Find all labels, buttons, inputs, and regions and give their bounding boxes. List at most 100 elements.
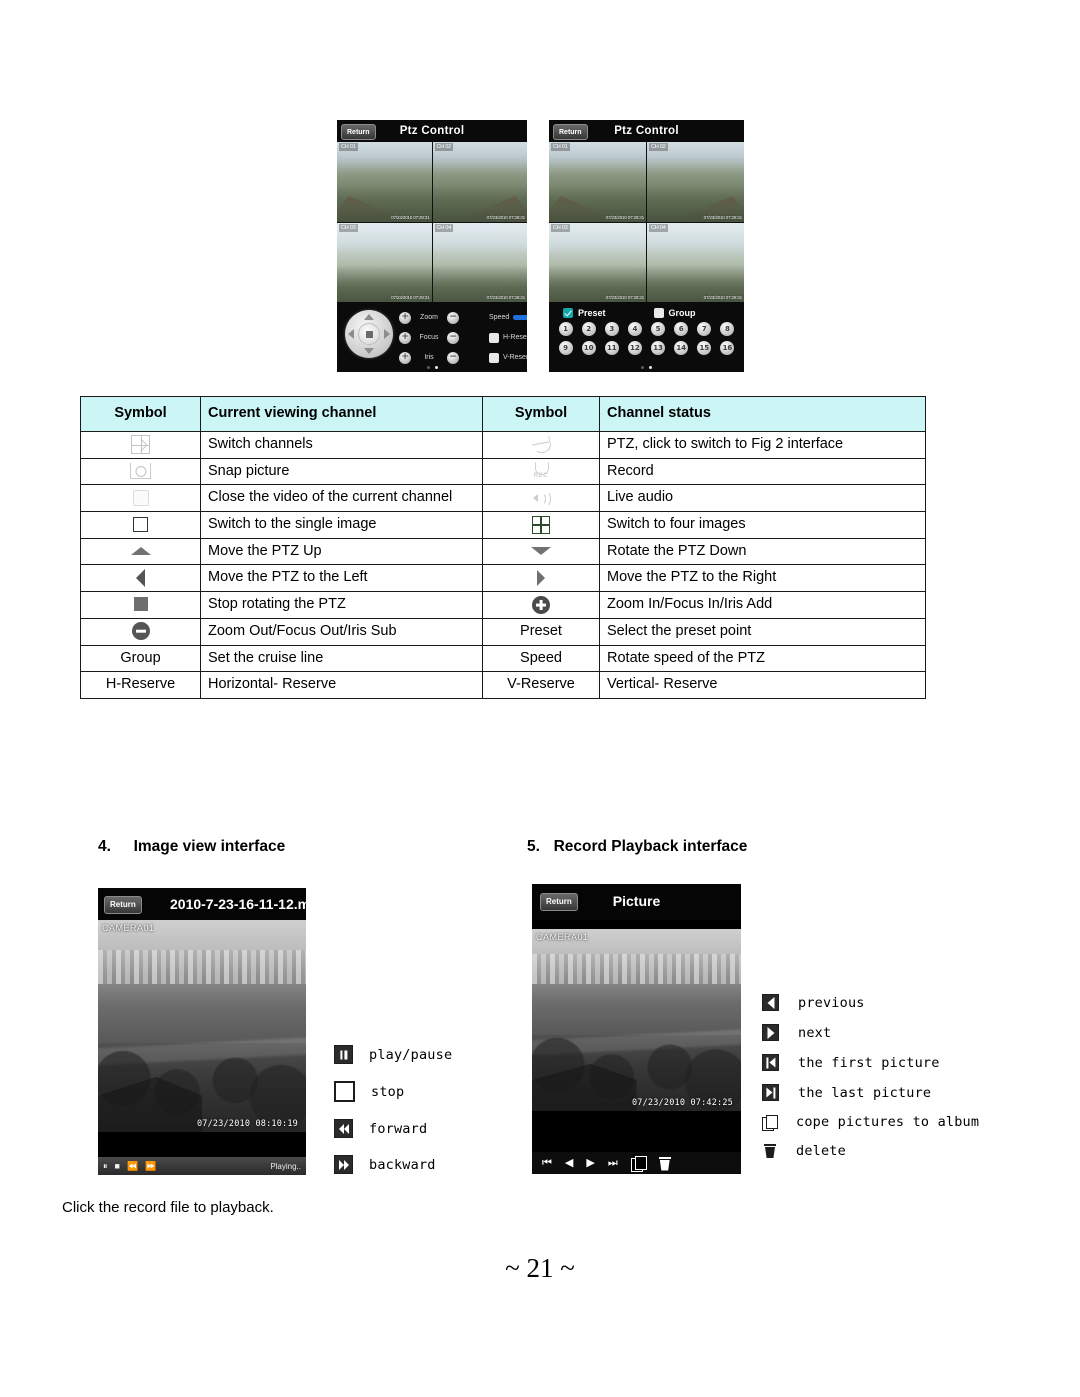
legend-label: stop xyxy=(371,1083,405,1100)
playback-status: Playing.. xyxy=(270,1161,301,1171)
camera-quad-grid: CH 01 07/23/2010 07:28:31 CH 02 07/23/20… xyxy=(549,142,744,302)
ptz-control-phone-2: Return Ptz Control CH 01 07/23/2010 07:2… xyxy=(549,120,744,372)
section-4-title: Image view interface xyxy=(133,838,286,855)
camera-timestamp: 07/23/2010 07:28:31 xyxy=(605,214,645,220)
zoom-in-button[interactable]: + xyxy=(399,311,411,324)
dpad-right-icon[interactable] xyxy=(384,329,390,339)
speed-slider[interactable] xyxy=(513,315,527,320)
copy-to-album-button[interactable] xyxy=(630,1156,647,1172)
camera-timestamp: 07/23/2010 07:28:31 xyxy=(391,214,430,220)
legend-item: the last picture xyxy=(762,1084,979,1101)
dpad-down-icon[interactable] xyxy=(364,348,374,354)
group-option[interactable]: Group xyxy=(653,308,696,318)
preset-button[interactable]: 10 xyxy=(581,341,596,355)
return-button[interactable]: Return xyxy=(553,124,588,140)
switch-channels-icon xyxy=(80,431,201,459)
picture-control-bar: ⏮ ◀ ▶ ⏭ xyxy=(532,1152,741,1174)
phone-titlebar: Return Ptz Control xyxy=(337,120,527,142)
camera-tile[interactable]: CH 02 07/23/2010 07:28:31 xyxy=(647,142,744,222)
column-header-symbol-left: Symbol xyxy=(80,396,201,432)
preset-button[interactable]: 14 xyxy=(674,341,689,355)
preset-button[interactable]: 2 xyxy=(581,322,596,336)
camera-tile[interactable]: CH 03 07/23/2010 07:28:31 xyxy=(337,222,432,302)
camera-tile[interactable]: CH 03 07/23/2010 07:28:31 xyxy=(549,222,646,302)
camera-label: CH 04 xyxy=(434,223,454,232)
speed-control-row: Speed xyxy=(489,311,527,324)
next-button[interactable]: ▶ xyxy=(586,1157,594,1169)
dpad-left-icon[interactable] xyxy=(348,329,354,339)
dpad-up-icon[interactable] xyxy=(364,314,374,320)
camera-tile[interactable]: CH 01 07/23/2010 07:28:31 xyxy=(337,142,432,222)
focus-in-button[interactable]: + xyxy=(399,331,411,344)
four-images-icon xyxy=(482,511,600,539)
return-button[interactable]: Return xyxy=(104,896,142,914)
preset-button[interactable]: 15 xyxy=(697,341,712,355)
playback-control-bar: ⏸ ■ ⏪ ⏩ Playing.. xyxy=(98,1157,306,1175)
v-reserve-checkbox[interactable] xyxy=(489,352,499,363)
preset-button[interactable]: 5 xyxy=(651,322,666,336)
play-pause-button[interactable]: ⏸ xyxy=(103,1161,108,1171)
row-text: Vertical- Reserve xyxy=(599,671,926,699)
table-row: H-Reserve Horizontal- Reserve V-Reserve … xyxy=(80,671,926,699)
video-frame[interactable]: CAMERA01 07/23/2010 08:10:19 xyxy=(98,920,306,1132)
iris-add-button[interactable]: + xyxy=(399,351,411,364)
preset-button[interactable]: 11 xyxy=(604,341,619,355)
group-checkbox[interactable] xyxy=(653,308,664,318)
preset-button[interactable]: 16 xyxy=(720,341,735,355)
preset-button[interactable]: 4 xyxy=(627,322,642,336)
table-row: Move the PTZ to the Left Move the PTZ to… xyxy=(80,564,926,593)
preset-checkbox[interactable] xyxy=(563,308,573,318)
camera-quad-grid: CH 01 07/23/2010 07:28:31 CH 02 07/23/20… xyxy=(337,142,527,302)
camera-tile[interactable]: CH 02 07/23/2010 07:28:31 xyxy=(432,142,527,222)
stop-button[interactable]: ■ xyxy=(115,1161,120,1171)
picture-title: Picture xyxy=(612,893,661,909)
row-text: Set the cruise line xyxy=(200,644,483,673)
speed-label: Speed xyxy=(489,314,510,321)
preset-button[interactable]: 6 xyxy=(674,322,689,336)
preset-button[interactable]: 8 xyxy=(720,322,735,336)
v-reserve-word-symbol: V-Reserve xyxy=(482,671,600,699)
table-row: Stop rotating the PTZ Zoom In/Focus In/I… xyxy=(80,591,926,619)
preset-button[interactable]: 12 xyxy=(627,341,642,355)
previous-button[interactable]: ◀ xyxy=(565,1157,573,1169)
ptz-dpad[interactable] xyxy=(345,310,393,358)
legend-item: previous xyxy=(762,994,979,1011)
forward-button[interactable]: ⏪ xyxy=(127,1161,138,1171)
preset-button[interactable]: 7 xyxy=(697,322,712,336)
iris-sub-button[interactable]: − xyxy=(447,351,459,364)
zoom-out-button[interactable]: − xyxy=(447,311,459,324)
h-reserve-checkbox[interactable] xyxy=(489,332,499,343)
return-button[interactable]: Return xyxy=(341,124,376,140)
preset-button[interactable]: 9 xyxy=(558,341,573,355)
preset-word-symbol: Preset xyxy=(482,617,600,646)
camera-tile[interactable]: CH 01 07/23/2010 07:28:31 xyxy=(549,142,646,222)
arrow-right-icon xyxy=(482,564,600,593)
h-reserve-row: H-Reserve xyxy=(489,331,527,344)
preset-button[interactable]: 13 xyxy=(651,341,666,355)
last-picture-button[interactable]: ⏭ xyxy=(608,1157,618,1169)
page-dot-active[interactable] xyxy=(434,366,438,369)
first-picture-button[interactable]: ⏮ xyxy=(542,1157,552,1169)
page-dot[interactable] xyxy=(641,366,644,369)
preset-option[interactable]: Preset xyxy=(563,308,606,318)
page-dot-active[interactable] xyxy=(649,366,652,369)
row-text: Switch to four images xyxy=(599,511,926,539)
camera-tile[interactable]: CH 04 07/23/2010 07:28:31 xyxy=(432,222,527,302)
picture-frame[interactable]: CAMERA01 07/23/2010 07:42:25 xyxy=(532,929,741,1111)
section-5-number: 5. xyxy=(527,838,540,855)
stop-icon xyxy=(334,1081,355,1102)
camera-tile[interactable]: CH 04 07/23/2010 07:28:31 xyxy=(647,222,744,302)
backward-button[interactable]: ⏩ xyxy=(145,1161,156,1171)
picture-legend: previous next the first picture the last… xyxy=(762,994,979,1159)
preset-button[interactable]: 1 xyxy=(558,322,573,336)
arrow-up-icon xyxy=(80,537,201,566)
camera-label: CH 02 xyxy=(649,143,668,151)
speed-word-symbol: Speed xyxy=(482,644,600,673)
focus-out-button[interactable]: − xyxy=(447,331,459,344)
dpad-stop-button[interactable] xyxy=(358,323,380,345)
preset-button[interactable]: 3 xyxy=(604,322,619,336)
page-dot[interactable] xyxy=(426,366,430,369)
arrow-down-icon xyxy=(482,537,600,566)
image-view-phone: Return 2010-7-23-16-11-12.mp4 CAMERA01 0… xyxy=(98,888,306,1175)
delete-button[interactable] xyxy=(658,1156,672,1171)
